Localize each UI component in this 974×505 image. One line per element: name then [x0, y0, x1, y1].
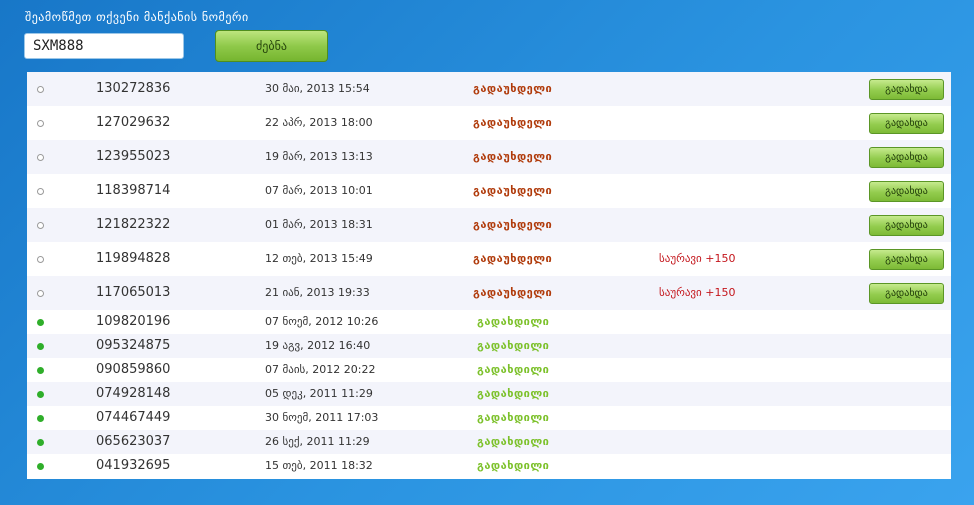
payment-status: გადახდილი [477, 363, 550, 376]
result-row: 119894828 12 თებ, 2013 15:49 გადაუხდელი საუ… [27, 242, 951, 276]
search-button[interactable]: ძებნა [215, 30, 328, 62]
fine-date: 05 დეკ, 2011 11:29 [265, 387, 373, 400]
payment-status: გადაუხდელი [473, 116, 553, 129]
pay-button[interactable]: გადახდა [869, 180, 944, 202]
fine-date: 26 სექ, 2011 11:29 [265, 435, 370, 448]
result-row: 109820196 07 ნოემ, 2012 10:26 გადახდილი [27, 310, 951, 334]
payment-status: გადახდილი [477, 435, 550, 448]
payment-status: გადაუხდელი [473, 184, 553, 197]
status-paid-icon [37, 318, 44, 326]
pay-button[interactable]: გადახდა [869, 214, 944, 236]
fine-id: 130272836 [96, 81, 171, 96]
fine-id: 065623037 [96, 434, 171, 449]
result-row: 065623037 26 სექ, 2011 11:29 გადახდილი [27, 430, 951, 454]
penalty-fee: საურავი +150 [659, 286, 736, 299]
payment-status: გადაუხდელი [473, 150, 553, 163]
fine-id: 119894828 [96, 251, 171, 266]
result-row: 130272836 30 მაი, 2013 15:54 გადაუხდელი გად… [27, 72, 951, 106]
status-paid-icon [37, 366, 44, 374]
fine-date: 07 მარ, 2013 10:01 [265, 184, 373, 197]
payment-status: გადაუხდელი [473, 82, 553, 95]
result-row: 090859860 07 მაის, 2012 20:22 გადახდილი [27, 358, 951, 382]
result-row: 074467449 30 ნოემ, 2011 17:03 გადახდილი [27, 406, 951, 430]
result-row: 121822322 01 მარ, 2013 18:31 გადაუხდელი გად… [27, 208, 951, 242]
search-label: შეამოწმეთ თქვენი მანქანის ნომერი [25, 10, 249, 24]
pay-button[interactable]: გადახდა [869, 78, 944, 100]
status-pending-icon [37, 187, 44, 195]
status-pending-icon [37, 221, 44, 229]
payment-status: გადახდილი [477, 411, 550, 424]
status-paid-icon [37, 390, 44, 398]
payment-status: გადაუხდელი [473, 252, 553, 265]
fine-id: 041932695 [96, 458, 171, 473]
result-row: 041932695 15 თებ, 2011 18:32 გადახდილი [27, 454, 951, 478]
fine-id: 074928148 [96, 386, 171, 401]
fine-id: 090859860 [96, 362, 171, 377]
fine-date: 30 მაი, 2013 15:54 [265, 82, 370, 95]
payment-status: გადახდილი [477, 387, 550, 400]
result-row: 127029632 22 აპრ, 2013 18:00 გადაუხდელი გად… [27, 106, 951, 140]
result-row: 123955023 19 მარ, 2013 13:13 გადაუხდელი გად… [27, 140, 951, 174]
fine-date: 01 მარ, 2013 18:31 [265, 218, 373, 231]
payment-status: გადაუხდელი [473, 286, 553, 299]
fine-id: 123955023 [96, 149, 171, 164]
status-pending-icon [37, 289, 44, 297]
fine-date: 19 აგვ, 2012 16:40 [265, 339, 371, 352]
status-pending-icon [37, 255, 44, 263]
fine-date: 12 თებ, 2013 15:49 [265, 252, 373, 265]
fine-date: 07 ნოემ, 2012 10:26 [265, 315, 379, 328]
payment-status: გადახდილი [477, 459, 550, 472]
fine-date: 07 მაის, 2012 20:22 [265, 363, 376, 376]
pay-button[interactable]: გადახდა [869, 282, 944, 304]
fine-id: 095324875 [96, 338, 171, 353]
fine-id: 127029632 [96, 115, 171, 130]
penalty-fee: საურავი +150 [659, 252, 736, 265]
fine-date: 30 ნოემ, 2011 17:03 [265, 411, 379, 424]
fine-id: 118398714 [96, 183, 171, 198]
result-row: 074928148 05 დეკ, 2011 11:29 გადახდილი [27, 382, 951, 406]
fine-id: 117065013 [96, 285, 171, 300]
payment-status: გადახდილი [477, 315, 550, 328]
status-paid-icon [37, 462, 44, 470]
status-paid-icon [37, 414, 44, 422]
status-paid-icon [37, 438, 44, 446]
pay-button[interactable]: გადახდა [869, 112, 944, 134]
results-panel: 130272836 30 მაი, 2013 15:54 გადაუხდელი გად… [27, 72, 951, 479]
status-paid-icon [37, 342, 44, 350]
status-pending-icon [37, 119, 44, 127]
payment-status: გადაუხდელი [473, 218, 553, 231]
status-pending-icon [37, 153, 44, 161]
fine-date: 15 თებ, 2011 18:32 [265, 459, 373, 472]
fine-id: 109820196 [96, 314, 171, 329]
fine-id: 074467449 [96, 410, 171, 425]
status-pending-icon [37, 85, 44, 93]
pay-button[interactable]: გადახდა [869, 248, 944, 270]
result-row: 118398714 07 მარ, 2013 10:01 გადაუხდელი გად… [27, 174, 951, 208]
result-row: 095324875 19 აგვ, 2012 16:40 გადახდილი [27, 334, 951, 358]
pay-button[interactable]: გადახდა [869, 146, 944, 168]
plate-number-input[interactable] [24, 33, 184, 59]
fine-date: 22 აპრ, 2013 18:00 [265, 116, 373, 129]
fine-id: 121822322 [96, 217, 171, 232]
result-row: 117065013 21 იან, 2013 19:33 გადაუხდელი საუ… [27, 276, 951, 310]
payment-status: გადახდილი [477, 339, 550, 352]
fine-date: 21 იან, 2013 19:33 [265, 286, 370, 299]
fine-date: 19 მარ, 2013 13:13 [265, 150, 373, 163]
